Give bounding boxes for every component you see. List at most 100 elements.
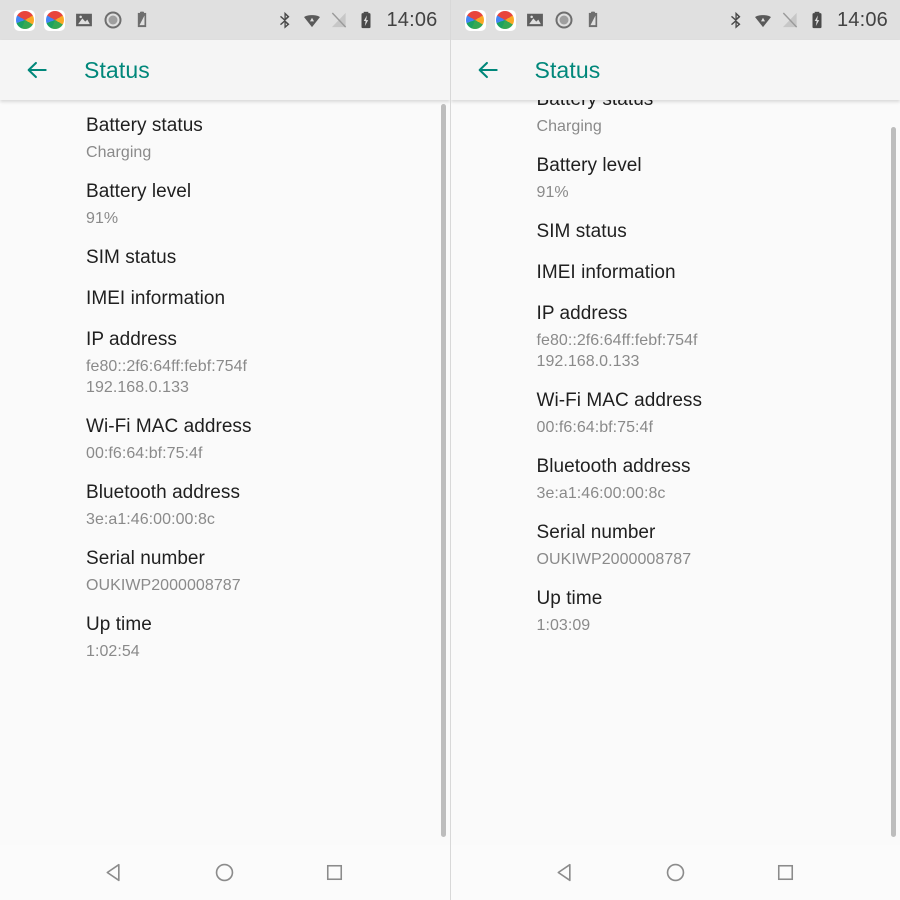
- app-ball-icon: [14, 9, 35, 31]
- settings-item-value: 1:02:54: [86, 643, 140, 660]
- cellular-off-icon: [782, 12, 798, 28]
- settings-item[interactable]: Battery status Charging: [537, 100, 881, 137]
- settings-item-value: OUKIWP2000008787: [536, 551, 692, 568]
- nav-home-button[interactable]: [652, 850, 698, 896]
- nav-recents-button[interactable]: [312, 850, 358, 896]
- clipboard-signal-icon: [137, 11, 147, 28]
- settings-scroll-area[interactable]: Battery status Charging Battery level 91% SI…: [450, 100, 900, 845]
- app-bar: Status: [0, 40, 450, 100]
- settings-item[interactable]: Bluetooth address 3e:a1:46:00:00:8c: [537, 438, 881, 504]
- settings-item-title: SIM status: [536, 221, 627, 242]
- settings-item-value: 3e:a1:46:00:00:8c: [86, 511, 215, 528]
- settings-item-title: Battery status: [537, 100, 881, 112]
- settings-item[interactable]: SIM status: [537, 203, 881, 244]
- back-arrow-icon: [478, 61, 498, 79]
- settings-item-value: 1:03:09: [536, 617, 591, 634]
- back-triangle-icon: [106, 863, 121, 882]
- settings-item[interactable]: IMEI information: [86, 270, 430, 311]
- status-bar: 14:06: [450, 0, 900, 40]
- nav-home-button[interactable]: [202, 850, 248, 896]
- back-arrow-icon: [27, 61, 47, 79]
- settings-item-value: 00:f6:64:bf:75:4f: [536, 419, 653, 436]
- record-circle-icon: [104, 11, 122, 29]
- app-ball-icon: [494, 9, 516, 31]
- nav-recents-button[interactable]: [762, 850, 808, 896]
- nav-back-button[interactable]: [542, 850, 588, 896]
- settings-item[interactable]: Wi-Fi MAC address 00:f6:64:bf:75:4f: [86, 398, 430, 464]
- settings-item-title: Bluetooth address: [86, 482, 241, 503]
- settings-item-title: IMEI information: [86, 288, 226, 309]
- settings-item-value: Charging: [86, 144, 152, 161]
- image-icon: [76, 13, 92, 27]
- image-icon: [526, 13, 543, 27]
- wifi-alert-icon: [304, 15, 321, 28]
- settings-item-title: Serial number: [86, 548, 205, 569]
- settings-item[interactable]: Serial number OUKIWP2000008787: [537, 504, 881, 570]
- settings-item[interactable]: Battery level 91%: [537, 137, 881, 203]
- bluetooth-icon: [280, 11, 290, 29]
- phone-screen-right: 14:06 Status Battery statusChargingBatte…: [450, 0, 900, 900]
- battery-charging-icon: [361, 11, 371, 29]
- settings-item[interactable]: IP address fe80::2f6:64ff:febf:754f 192.16…: [86, 311, 430, 398]
- settings-item-value: fe80::2f6:64ff:febf:754f 192.168.0.133: [536, 332, 698, 370]
- settings-item[interactable]: Up time 1:02:54: [86, 596, 430, 662]
- recents-square-icon: [777, 864, 793, 881]
- settings-item[interactable]: IMEI information: [537, 244, 881, 285]
- settings-item-title: Wi-Fi MAC address: [86, 416, 252, 437]
- settings-item-title: Serial number: [536, 522, 656, 543]
- settings-item[interactable]: Serial number OUKIWP2000008787: [86, 530, 430, 596]
- settings-item-title: IP address: [86, 329, 177, 350]
- settings-item-value: 00:f6:64:bf:75:4f: [86, 445, 203, 462]
- settings-item-title: Battery status: [86, 115, 203, 136]
- settings-item-title: Up time: [536, 588, 603, 609]
- settings-item[interactable]: Battery status Charging: [86, 100, 430, 163]
- settings-item-value: 3e:a1:46:00:00:8c: [536, 485, 666, 502]
- navigation-bar: [450, 845, 900, 900]
- page-title: Status: [84, 56, 150, 83]
- nav-back-button[interactable]: [92, 850, 138, 896]
- status-bar-right-icons: 14:06: [726, 10, 888, 30]
- settings-item-title: Wi-Fi MAC address: [536, 390, 703, 411]
- settings-item-value: 91%: [86, 210, 119, 227]
- record-circle-icon: [555, 11, 572, 29]
- page-title: Status: [534, 56, 601, 83]
- settings-item[interactable]: IP addressfe80::2f6:64ff:febf:754f 192.16…: [537, 285, 881, 372]
- settings-list: Battery status Charging Battery level 91% SI…: [0, 100, 450, 662]
- bluetooth-icon: [730, 11, 741, 29]
- status-bar-clock: 14:06: [836, 9, 888, 31]
- settings-item-title: Bluetooth address: [536, 456, 691, 477]
- scrollbar-thumb[interactable]: [440, 104, 446, 837]
- back-triangle-icon: [557, 863, 571, 882]
- navigation-bar: [0, 845, 450, 900]
- status-bar-left-icons: [464, 9, 603, 31]
- settings-item[interactable]: Up time 1:03:09: [537, 570, 881, 636]
- settings-scroll-area[interactable]: Battery status Charging Battery level 91% SI…: [0, 100, 450, 845]
- settings-item[interactable]: SIM status: [86, 229, 430, 270]
- settings-item-value: 91%: [536, 184, 569, 201]
- settings-item-value: OUKIWP2000008787: [86, 577, 241, 594]
- back-button[interactable]: [20, 53, 54, 87]
- home-circle-icon: [666, 863, 685, 882]
- back-button[interactable]: [471, 53, 505, 87]
- app-ball-icon: [464, 9, 486, 31]
- phone-screen-left: 14:06 Status Battery status Charging Batte…: [0, 0, 450, 900]
- scrollbar-thumb[interactable]: [891, 127, 896, 837]
- settings-item-value: Charging: [536, 118, 602, 135]
- status-bar: 14:06: [0, 0, 450, 40]
- battery-charging-icon: [812, 11, 822, 29]
- home-circle-icon: [215, 863, 234, 882]
- settings-list: Battery status Charging Battery level 91% SI…: [451, 100, 900, 636]
- settings-item-title: Battery level: [536, 155, 642, 176]
- settings-item-title: IP address: [536, 303, 628, 324]
- settings-item[interactable]: Battery level 91%: [86, 163, 430, 229]
- settings-item-title: IMEI information: [536, 262, 676, 283]
- status-bar-left-icons: [14, 9, 152, 31]
- dual-screenshot-comparison: 14:06 Status Battery status Charging Batte…: [0, 0, 900, 900]
- recents-square-icon: [327, 864, 343, 881]
- settings-item-title: Battery level: [86, 181, 192, 202]
- settings-item[interactable]: Wi-Fi MAC address 00:f6:64:bf:75:4f: [537, 372, 881, 438]
- status-bar-right-icons: 14:06: [275, 10, 437, 30]
- settings-item-title: SIM status: [86, 247, 177, 268]
- settings-item[interactable]: Bluetooth address 3e:a1:46:00:00:8c: [86, 464, 430, 530]
- clipboard-signal-icon: [588, 11, 597, 28]
